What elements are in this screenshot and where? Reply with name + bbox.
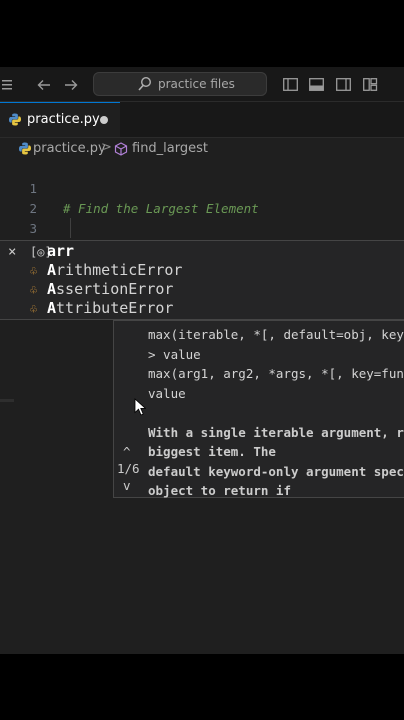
toggle-primary-sidebar-icon[interactable] xyxy=(283,67,298,101)
overload-counter: 1/6 xyxy=(117,461,140,476)
divider xyxy=(0,399,14,402)
customize-layout-icon[interactable] xyxy=(363,67,378,101)
arrow-left-icon[interactable] xyxy=(37,67,51,101)
doc-line: default keyword-only argument specifies … xyxy=(148,464,404,479)
code-line-3: 3 def find_largest(arr): xyxy=(0,199,404,256)
signature-line: max(iterable, *[, default=obj, key=func]… xyxy=(148,327,404,342)
editor-tab-bar: practice.py xyxy=(0,102,404,138)
class-icon: ♧ xyxy=(30,283,38,297)
python-file-icon xyxy=(9,113,21,126)
class-icon: ♧ xyxy=(30,264,38,278)
method-cube-icon xyxy=(114,142,128,156)
suggest-widget: × [◎]arr ♧ ArithmeticError ♧ AssertionErro… xyxy=(0,240,404,320)
breadcrumb-file[interactable]: practice.py xyxy=(33,141,106,156)
signature-help-widget: max(iterable, *[, default=obj, key=func]… xyxy=(113,320,404,498)
vscode-window: practice files practice.py practice.py >… xyxy=(0,67,404,654)
suggest-item[interactable]: ♧ AssertionError xyxy=(30,279,173,299)
signature-line: value xyxy=(148,386,186,401)
close-icon[interactable]: × xyxy=(8,242,16,262)
python-file-icon xyxy=(19,142,31,155)
suggest-item[interactable]: [◎]arr xyxy=(30,241,74,261)
tab-practice-py[interactable]: practice.py xyxy=(0,102,120,137)
signature-line: > value xyxy=(148,347,201,362)
breadcrumb-symbol[interactable]: find_largest xyxy=(132,141,208,156)
doc-line: biggest item. The xyxy=(148,444,276,459)
mouse-pointer-icon xyxy=(134,398,146,416)
breadcrumb: practice.py > find_largest xyxy=(0,138,404,160)
indent-guide xyxy=(70,218,71,238)
breadcrumb-separator: > xyxy=(101,140,112,155)
code-line-4: 4 return max(arr) xyxy=(0,219,404,277)
code-line-2: 2 xyxy=(0,179,404,216)
toggle-secondary-sidebar-icon[interactable] xyxy=(336,67,351,101)
chevron-up-icon[interactable]: ^ xyxy=(123,444,131,459)
search-icon xyxy=(138,77,151,91)
tab-label: practice.py xyxy=(27,112,100,127)
search-placeholder: practice files xyxy=(158,77,235,91)
unsaved-dot-icon[interactable] xyxy=(100,116,108,124)
class-icon: ♧ xyxy=(30,302,38,316)
signature-line: max(arg1, arg2, *args, *[, key=func]) xyxy=(148,366,404,381)
doc-line: object to return if xyxy=(148,483,291,498)
hamburger-menu-icon[interactable] xyxy=(2,67,12,101)
command-center-search[interactable]: practice files xyxy=(93,72,267,96)
suggest-item[interactable]: ♧ AttributeError xyxy=(30,298,173,318)
variable-icon: [◎] xyxy=(30,245,52,259)
doc-line: With a single iterable argument, return … xyxy=(148,425,404,440)
suggest-item[interactable]: ♧ ArithmeticError xyxy=(30,260,182,280)
chevron-down-icon[interactable]: v xyxy=(123,478,131,493)
title-bar: practice files xyxy=(0,67,404,102)
toggle-panel-icon[interactable] xyxy=(309,67,324,101)
arrow-right-icon[interactable] xyxy=(64,67,78,101)
code-line-1: 1 # Find the Largest Element xyxy=(0,159,404,216)
